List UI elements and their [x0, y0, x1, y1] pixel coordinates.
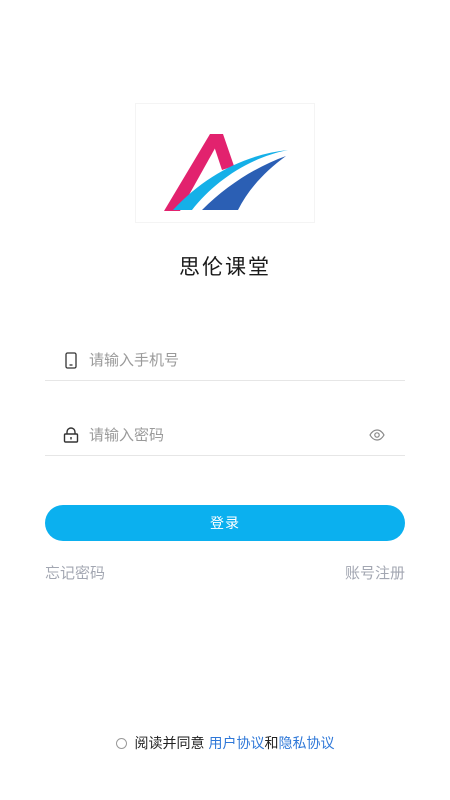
agreement-prefix: 阅读并同意: [134, 736, 205, 752]
app-name: 思伦课堂: [179, 255, 271, 279]
login-button[interactable]: 登录: [45, 505, 405, 541]
eye-icon[interactable]: [369, 427, 385, 443]
lock-icon: [63, 426, 79, 444]
phone-input[interactable]: [89, 351, 349, 369]
user-agreement-link[interactable]: 用户协议: [209, 733, 265, 753]
app-logo: [135, 103, 315, 223]
forgot-password-link[interactable]: 忘记密码: [45, 562, 105, 583]
agreement-and: 和: [264, 736, 279, 752]
agree-checkbox[interactable]: [115, 737, 127, 749]
register-link[interactable]: 账号注册: [345, 562, 405, 583]
phone-field[interactable]: [45, 340, 405, 381]
privacy-agreement-link[interactable]: 隐私协议: [279, 733, 335, 753]
app-logo-graphic: [164, 134, 288, 211]
password-field[interactable]: [45, 415, 405, 456]
password-input[interactable]: [89, 426, 349, 444]
phone-icon: [63, 351, 79, 369]
agreement-row: 阅读并同意 用户协议 和 隐私协议: [0, 733, 450, 753]
